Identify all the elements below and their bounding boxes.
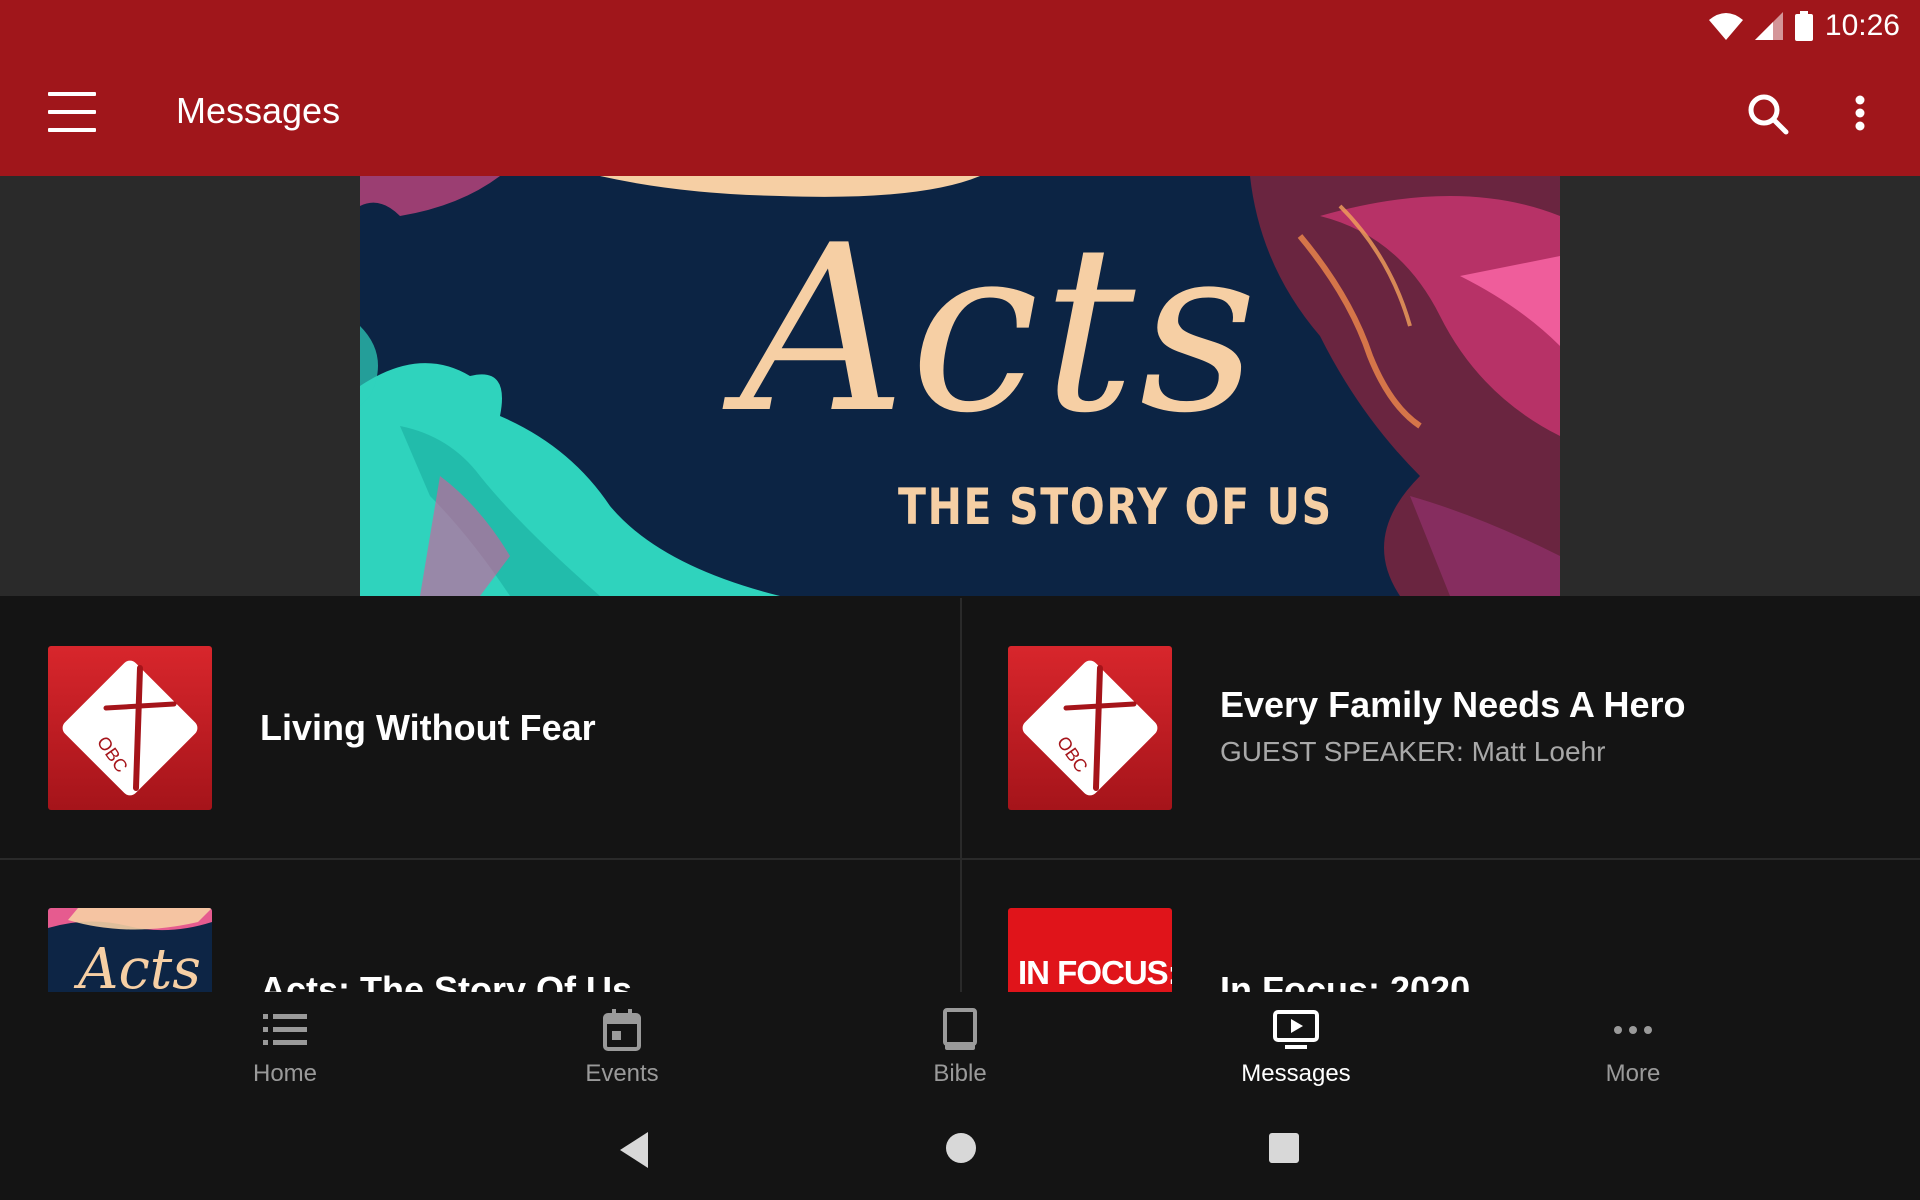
nav-more[interactable]: More xyxy=(1533,1006,1733,1096)
status-time: 10:26 xyxy=(1824,9,1900,42)
nav-label: Home xyxy=(252,1060,318,1087)
search-button[interactable] xyxy=(1744,90,1792,138)
nav-bible[interactable]: Bible xyxy=(860,1006,1060,1096)
series-thumbnail: Acts xyxy=(48,908,212,992)
system-navigation-bar xyxy=(0,1102,1920,1200)
nav-home[interactable]: Home xyxy=(185,1006,385,1096)
series-subtitle: GUEST SPEAKER: Matt Loehr xyxy=(1220,736,1606,767)
series-title: In Focus: 2020 xyxy=(1220,969,1471,992)
search-icon xyxy=(1748,94,1789,135)
series-list: OBC Living Without Fear OBC Every Family… xyxy=(0,598,1920,992)
overflow-menu-button[interactable] xyxy=(1846,90,1874,138)
series-thumbnail: IN FOCUS: xyxy=(1008,908,1172,992)
acts-thumb-text: Acts xyxy=(73,937,201,992)
list-icon xyxy=(263,1014,307,1045)
obc-cross-logo: OBC xyxy=(62,660,198,796)
series-card-acts[interactable]: Acts Acts: The Story Of Us xyxy=(0,860,960,992)
hamburger-icon xyxy=(48,92,96,96)
nav-events[interactable]: Events xyxy=(522,1006,722,1096)
wifi-icon xyxy=(1708,13,1743,40)
series-card-in-focus[interactable]: IN FOCUS: In Focus: 2020 xyxy=(960,860,1920,992)
series-title: Living Without Fear xyxy=(260,707,596,748)
app-root: 10:26 Messages Acts THE STORY OF US OBC … xyxy=(0,0,1920,1200)
nav-label: Events xyxy=(585,1060,659,1087)
series-card-every-family-needs-a-hero[interactable]: OBC Every Family Needs A Hero GUEST SPEA… xyxy=(960,598,1920,858)
nav-label: Messages xyxy=(1241,1060,1351,1087)
nav-label: More xyxy=(1605,1060,1661,1087)
more-vert-icon xyxy=(1855,95,1865,131)
app-bar: 10:26 Messages xyxy=(0,0,1920,176)
acts-art: Acts xyxy=(48,908,212,992)
series-card-living-without-fear[interactable]: OBC Living Without Fear xyxy=(0,598,960,858)
series-title: Every Family Needs A Hero xyxy=(1220,684,1686,725)
recents-icon[interactable] xyxy=(1268,1132,1300,1164)
calendar-icon xyxy=(603,1009,641,1051)
book-icon xyxy=(943,1008,977,1050)
nav-label: Bible xyxy=(933,1060,987,1087)
bottom-navigation: Home Events Bible Messages More xyxy=(0,992,1920,1102)
featured-series-banner[interactable]: Acts THE STORY OF US xyxy=(360,176,1560,596)
hero-subtitle: THE STORY OF US xyxy=(898,478,1333,536)
in-focus-thumb-text: IN FOCUS: xyxy=(1018,954,1172,991)
menu-button[interactable] xyxy=(48,92,96,132)
series-thumbnail: OBC xyxy=(1008,646,1172,810)
page-title: Messages xyxy=(176,90,341,131)
series-thumbnail: OBC xyxy=(48,646,212,810)
status-bar: 10:26 xyxy=(1708,6,1900,46)
hero-script-title: Acts xyxy=(740,197,1262,464)
signal-icon xyxy=(1754,12,1783,40)
battery-icon xyxy=(1794,11,1813,41)
more-horiz-icon xyxy=(1614,1026,1652,1034)
home-icon[interactable] xyxy=(945,1132,977,1164)
back-icon[interactable] xyxy=(620,1132,650,1168)
nav-messages[interactable]: Messages xyxy=(1196,1006,1396,1096)
series-title: Acts: The Story Of Us xyxy=(260,969,633,992)
obc-cross-logo: OBC xyxy=(1022,660,1158,796)
video-icon xyxy=(1273,1010,1319,1049)
